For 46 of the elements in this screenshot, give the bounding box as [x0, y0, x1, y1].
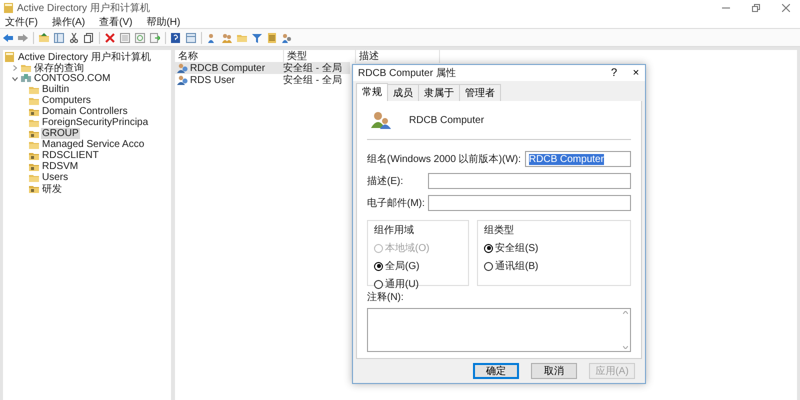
window-title: Active Directory 用户和计算机 [17, 2, 150, 14]
tree-item[interactable]: Active Directory 用户和计算机 [17, 50, 152, 64]
field-label: 电子邮件(M): [367, 196, 424, 210]
dialog-button: 应用(A) [589, 363, 635, 380]
radio-button[interactable]: 全局(G) [374, 259, 462, 274]
dialog-title: RDCB Computer 属性 [358, 66, 457, 80]
tree-item[interactable]: 研发 [41, 182, 63, 196]
menu-item[interactable]: 帮助(H) [146, 14, 180, 28]
tree-item[interactable]: GROUP [41, 128, 80, 139]
help-button[interactable]: ? [605, 67, 623, 80]
table-cell: RDCB Computer [190, 62, 266, 74]
group-title: 组作用域 [374, 224, 415, 238]
group-title: 组类型 [484, 224, 515, 238]
radio-button[interactable]: 安全组(S) [484, 241, 624, 256]
tree-item[interactable]: Managed Service Acco [41, 139, 146, 150]
tree-item[interactable]: Builtin [41, 84, 70, 95]
input-field[interactable]: RDCB Computer [524, 151, 631, 168]
close-button[interactable]: × [627, 67, 645, 80]
table-cell-text: 安全组 - 全局 [283, 74, 342, 87]
menu-item[interactable]: 操作(A) [52, 14, 86, 28]
column-header[interactable]: 描述 [356, 50, 440, 63]
table-cell-text: 安全组 - 全局 [283, 62, 342, 74]
tree-item[interactable]: Computers [41, 95, 92, 106]
list-row[interactable]: RDS User 安全组 - 全局 [175, 74, 350, 86]
radio-button[interactable]: 通讯组(B) [484, 259, 624, 274]
radio-button[interactable]: 通用(U) [374, 277, 462, 292]
notes-label: 注释(N): [367, 290, 405, 304]
field-label: 描述(E): [367, 174, 404, 188]
radio-button: 本地域(O) [374, 241, 462, 256]
tree-item[interactable]: CONTOSO.COM [33, 73, 112, 84]
field-label: 组名(Windows 2000 以前版本)(W): [367, 152, 521, 166]
object-name: RDCB Computer [409, 114, 484, 126]
tree-item[interactable]: Domain Controllers [41, 106, 129, 117]
tree-item[interactable]: RDSVM [41, 161, 80, 172]
tree-item[interactable]: 保存的查询 [33, 60, 85, 74]
tree-item[interactable]: RDSCLIENT [41, 150, 100, 161]
tab[interactable]: 常规 [356, 83, 388, 102]
menu-item[interactable]: 查看(V) [99, 14, 132, 28]
table-cell: RDS User [190, 74, 236, 86]
dialog-button[interactable]: 确定 [473, 363, 519, 380]
tree-item[interactable]: ForeignSecurityPrincipa [41, 117, 150, 128]
dialog-button[interactable]: 取消 [531, 363, 577, 380]
menu-item[interactable]: 文件(F) [5, 14, 38, 28]
list-row[interactable]: RDCB Computer 安全组 - 全局 [175, 62, 350, 74]
tab[interactable]: 管理者 [459, 84, 501, 102]
tree-item[interactable]: Users [41, 172, 70, 183]
